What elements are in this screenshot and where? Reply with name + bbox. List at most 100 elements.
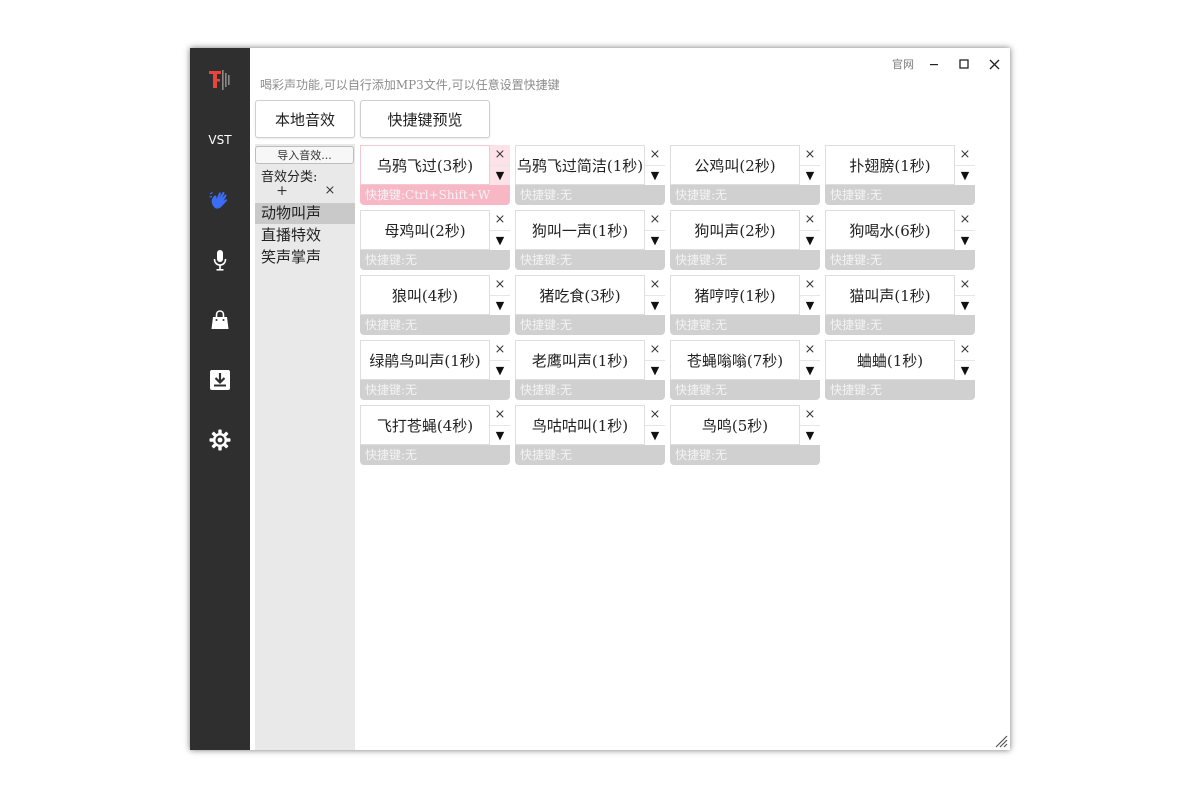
sound-menu-dropdown[interactable]: ▼ [490, 230, 510, 250]
remove-sound-button[interactable]: × [645, 275, 665, 295]
hotkey-label[interactable]: 快捷键:无 [515, 185, 665, 205]
hotkey-label[interactable]: 快捷键:无 [360, 380, 510, 400]
sound-card[interactable]: 公鸡叫(2秒) × ▼ 快捷键:无 [670, 145, 820, 205]
sound-menu-dropdown[interactable]: ▼ [490, 360, 510, 380]
remove-sound-button[interactable]: × [645, 405, 665, 425]
tab-local-sounds[interactable]: 本地音效 [255, 100, 355, 138]
sound-card[interactable]: 乌鸦飞过(3秒) × ▼ 快捷键:Ctrl+Shift+W [360, 145, 510, 205]
sound-card[interactable]: 狗叫声(2秒) × ▼ 快捷键:无 [670, 210, 820, 270]
sound-card[interactable]: 狗叫一声(1秒) × ▼ 快捷键:无 [515, 210, 665, 270]
sound-menu-dropdown[interactable]: ▼ [645, 425, 665, 445]
hotkey-label[interactable]: 快捷键:无 [670, 380, 820, 400]
minimize-button[interactable] [926, 56, 942, 72]
sound-play-button[interactable]: 猪吃食(3秒) [515, 275, 645, 315]
sound-card[interactable]: 蛐蛐(1秒) × ▼ 快捷键:无 [825, 340, 975, 400]
sidebar-item-shop[interactable] [190, 300, 250, 340]
remove-sound-button[interactable]: × [800, 275, 820, 295]
hotkey-label[interactable]: 快捷键:无 [670, 185, 820, 205]
remove-sound-button[interactable]: × [955, 340, 975, 360]
sound-play-button[interactable]: 公鸡叫(2秒) [670, 145, 800, 185]
sound-play-button[interactable]: 猫叫声(1秒) [825, 275, 955, 315]
add-category-button[interactable]: + [275, 184, 289, 198]
sound-play-button[interactable]: 狗叫一声(1秒) [515, 210, 645, 250]
sound-play-button[interactable]: 飞打苍蝇(4秒) [360, 405, 490, 445]
hotkey-label[interactable]: 快捷键:无 [825, 380, 975, 400]
sound-play-button[interactable]: 绿鹃鸟叫声(1秒) [360, 340, 490, 380]
sound-menu-dropdown[interactable]: ▼ [490, 165, 510, 185]
sound-play-button[interactable]: 老鹰叫声(1秒) [515, 340, 645, 380]
sound-play-button[interactable]: 扑翅膀(1秒) [825, 145, 955, 185]
hotkey-label[interactable]: 快捷键:无 [360, 315, 510, 335]
sidebar-item-download[interactable] [190, 360, 250, 400]
sidebar-item-cheer[interactable] [190, 180, 250, 220]
remove-category-button[interactable]: × [323, 184, 337, 198]
hotkey-label[interactable]: 快捷键:无 [515, 315, 665, 335]
hotkey-label[interactable]: 快捷键:无 [825, 315, 975, 335]
hotkey-label[interactable]: 快捷键:无 [515, 380, 665, 400]
hotkey-label[interactable]: 快捷键:无 [670, 250, 820, 270]
hotkey-label[interactable]: 快捷键:无 [515, 445, 665, 465]
import-sound-button[interactable]: 导入音效... [255, 146, 354, 164]
remove-sound-button[interactable]: × [800, 340, 820, 360]
hotkey-label[interactable]: 快捷键:无 [670, 315, 820, 335]
sound-menu-dropdown[interactable]: ▼ [490, 295, 510, 315]
sound-menu-dropdown[interactable]: ▼ [645, 230, 665, 250]
remove-sound-button[interactable]: × [490, 210, 510, 230]
sound-play-button[interactable]: 狗喝水(6秒) [825, 210, 955, 250]
sound-menu-dropdown[interactable]: ▼ [955, 165, 975, 185]
close-button[interactable] [986, 56, 1002, 72]
sound-menu-dropdown[interactable]: ▼ [645, 165, 665, 185]
remove-sound-button[interactable]: × [645, 145, 665, 165]
sound-card[interactable]: 狗喝水(6秒) × ▼ 快捷键:无 [825, 210, 975, 270]
sound-card[interactable]: 乌鸦飞过简洁(1秒) × ▼ 快捷键:无 [515, 145, 665, 205]
sound-menu-dropdown[interactable]: ▼ [800, 295, 820, 315]
remove-sound-button[interactable]: × [800, 210, 820, 230]
hotkey-label[interactable]: 快捷键:Ctrl+Shift+W [360, 185, 510, 205]
sound-card[interactable]: 扑翅膀(1秒) × ▼ 快捷键:无 [825, 145, 975, 205]
sound-play-button[interactable]: 蛐蛐(1秒) [825, 340, 955, 380]
sound-menu-dropdown[interactable]: ▼ [800, 165, 820, 185]
remove-sound-button[interactable]: × [490, 275, 510, 295]
remove-sound-button[interactable]: × [645, 340, 665, 360]
remove-sound-button[interactable]: × [490, 340, 510, 360]
remove-sound-button[interactable]: × [645, 210, 665, 230]
maximize-button[interactable] [956, 56, 972, 72]
sound-card[interactable]: 鸟鸣(5秒) × ▼ 快捷键:无 [670, 405, 820, 465]
sound-menu-dropdown[interactable]: ▼ [645, 295, 665, 315]
sidebar-item-settings[interactable] [190, 420, 250, 460]
sound-card[interactable]: 鸟咕咕叫(1秒) × ▼ 快捷键:无 [515, 405, 665, 465]
official-site-link[interactable]: 官网 [892, 56, 914, 72]
remove-sound-button[interactable]: × [800, 405, 820, 425]
sound-menu-dropdown[interactable]: ▼ [800, 230, 820, 250]
remove-sound-button[interactable]: × [800, 145, 820, 165]
sound-play-button[interactable]: 鸟咕咕叫(1秒) [515, 405, 645, 445]
hotkey-label[interactable]: 快捷键:无 [825, 250, 975, 270]
remove-sound-button[interactable]: × [955, 145, 975, 165]
sound-card[interactable]: 绿鹃鸟叫声(1秒) × ▼ 快捷键:无 [360, 340, 510, 400]
remove-sound-button[interactable]: × [955, 210, 975, 230]
hotkey-label[interactable]: 快捷键:无 [515, 250, 665, 270]
hotkey-label[interactable]: 快捷键:无 [825, 185, 975, 205]
category-item-animal[interactable]: 动物叫声 [255, 203, 355, 224]
sound-menu-dropdown[interactable]: ▼ [490, 425, 510, 445]
sound-menu-dropdown[interactable]: ▼ [955, 295, 975, 315]
sound-play-button[interactable]: 狗叫声(2秒) [670, 210, 800, 250]
sound-card[interactable]: 猪吃食(3秒) × ▼ 快捷键:无 [515, 275, 665, 335]
sound-card[interactable]: 母鸡叫(2秒) × ▼ 快捷键:无 [360, 210, 510, 270]
sound-play-button[interactable]: 母鸡叫(2秒) [360, 210, 490, 250]
sound-menu-dropdown[interactable]: ▼ [645, 360, 665, 380]
hotkey-label[interactable]: 快捷键:无 [360, 250, 510, 270]
sound-menu-dropdown[interactable]: ▼ [800, 425, 820, 445]
hotkey-label[interactable]: 快捷键:无 [360, 445, 510, 465]
sidebar-item-microphone[interactable] [190, 240, 250, 280]
sound-menu-dropdown[interactable]: ▼ [800, 360, 820, 380]
remove-sound-button[interactable]: × [490, 145, 510, 165]
sound-menu-dropdown[interactable]: ▼ [955, 230, 975, 250]
sound-play-button[interactable]: 乌鸦飞过(3秒) [360, 145, 490, 185]
sound-card[interactable]: 猫叫声(1秒) × ▼ 快捷键:无 [825, 275, 975, 335]
resize-grip-icon[interactable] [992, 732, 1008, 748]
sound-play-button[interactable]: 狼叫(4秒) [360, 275, 490, 315]
sound-card[interactable]: 猪哼哼(1秒) × ▼ 快捷键:无 [670, 275, 820, 335]
hotkey-label[interactable]: 快捷键:无 [670, 445, 820, 465]
sound-card[interactable]: 老鹰叫声(1秒) × ▼ 快捷键:无 [515, 340, 665, 400]
